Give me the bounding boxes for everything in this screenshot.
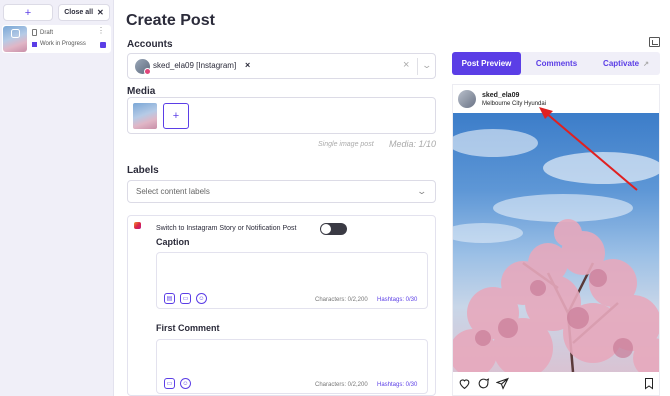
annotation-arrow [539,107,638,191]
